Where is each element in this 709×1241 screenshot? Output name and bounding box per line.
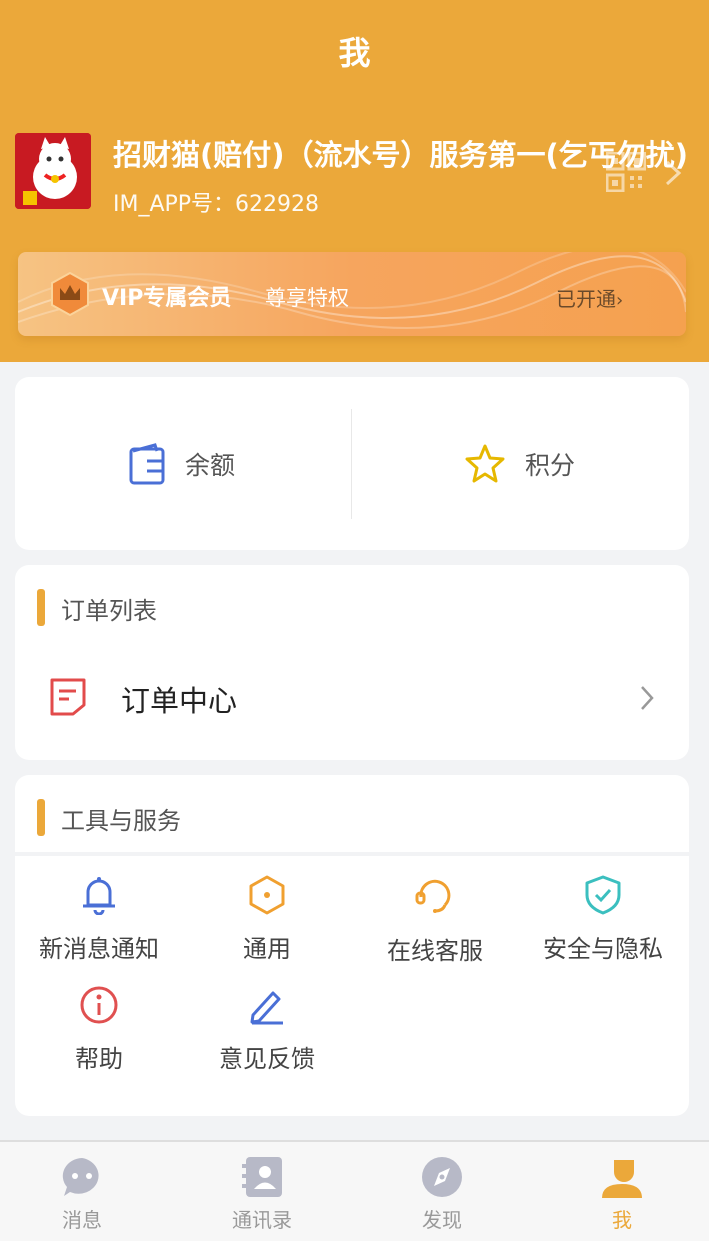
tab-discover[interactable]: 发现	[382, 1156, 502, 1233]
bell-icon	[83, 877, 115, 915]
headset-icon	[415, 879, 451, 913]
tools-card: 工具与服务 新消息通知 通用 在线客服 安全与隐私 帮助 意见反馈	[15, 775, 689, 1116]
profile-header: 我 招财猫(赔付)（流水号）服务第一(乞丐勿扰) IM_APP号：622928	[0, 0, 709, 362]
page-title: 我	[338, 34, 371, 72]
tool-help[interactable]: 帮助	[15, 985, 183, 1085]
wallet-card: 余额 积分	[15, 377, 689, 550]
tool-label: 安全与隐私	[543, 935, 663, 963]
balance-label: 余额	[185, 451, 236, 480]
tab-label: 通讯录	[232, 1208, 292, 1232]
info-icon	[80, 986, 118, 1024]
orders-card: 订单列表 订单中心	[15, 565, 689, 760]
order-center-row[interactable]: 订单中心	[15, 665, 689, 735]
section-title-orders: 订单列表	[61, 597, 157, 625]
compass-icon	[422, 1157, 462, 1197]
chevron-right-icon: ›	[616, 290, 624, 311]
contacts-icon	[242, 1157, 282, 1197]
tool-notifications[interactable]: 新消息通知	[15, 875, 183, 975]
points-label: 积分	[525, 451, 576, 480]
chevron-right-icon[interactable]	[664, 160, 682, 186]
tool-general[interactable]: 通用	[183, 875, 351, 975]
tool-label: 在线客服	[387, 937, 483, 965]
order-icon	[50, 678, 86, 716]
star-icon	[465, 444, 505, 483]
person-icon	[602, 1160, 642, 1198]
tab-label: 消息	[62, 1208, 102, 1232]
tool-feedback[interactable]: 意见反馈	[183, 985, 351, 1085]
vip-status[interactable]: 已开通›	[556, 283, 623, 312]
section-accent-bar	[37, 589, 45, 626]
crown-icon	[51, 272, 89, 316]
vip-subtitle: 尊享特权	[265, 286, 349, 310]
tool-customer-service[interactable]: 在线客服	[351, 875, 519, 975]
balance-item[interactable]: 余额	[129, 439, 235, 489]
section-title-tools: 工具与服务	[61, 807, 181, 835]
section-accent-bar	[37, 799, 45, 836]
tool-label: 通用	[243, 935, 291, 963]
vip-banner[interactable]: VIP专属会员 尊享特权 已开通›	[18, 252, 686, 336]
tool-label: 意见反馈	[219, 1045, 315, 1073]
hexagon-icon	[249, 875, 285, 915]
tab-label: 发现	[422, 1208, 462, 1232]
tab-contacts[interactable]: 通讯录	[202, 1156, 322, 1233]
wallet-icon	[129, 443, 165, 485]
chevron-right-icon	[641, 686, 654, 710]
pencil-icon	[250, 991, 283, 1025]
profile-id: IM_APP号：622928	[113, 192, 320, 217]
bottom-tab-bar: 消息 通讯录 发现 我	[0, 1140, 709, 1241]
tab-messages[interactable]: 消息	[22, 1156, 142, 1233]
shield-icon	[585, 875, 621, 915]
tab-me[interactable]: 我	[562, 1156, 682, 1233]
qr-code-icon[interactable]	[606, 152, 646, 192]
vip-status-label: 已开通	[556, 287, 616, 311]
points-item[interactable]: 积分	[465, 439, 575, 489]
divider	[351, 409, 352, 519]
vip-title: VIP专属会员	[102, 286, 232, 311]
order-center-label: 订单中心	[121, 684, 238, 718]
tool-security-privacy[interactable]: 安全与隐私	[519, 875, 687, 975]
tool-label: 帮助	[75, 1045, 123, 1073]
avatar[interactable]	[15, 133, 91, 209]
chat-icon	[62, 1158, 99, 1196]
tab-label: 我	[612, 1208, 632, 1232]
divider	[15, 852, 689, 856]
tool-label: 新消息通知	[39, 935, 159, 963]
